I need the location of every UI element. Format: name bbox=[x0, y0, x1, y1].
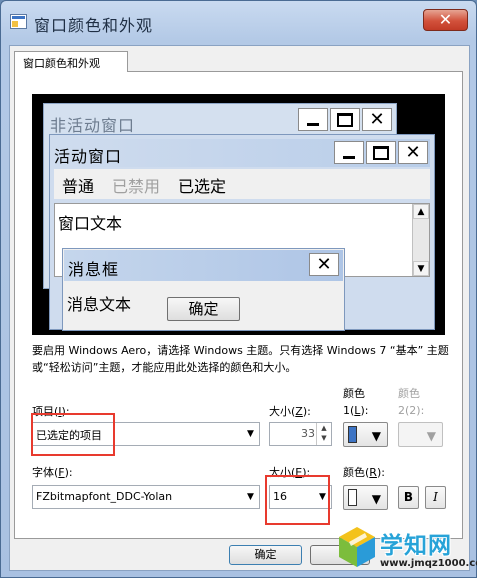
item-size-stepper[interactable]: 33 ▲ ▼ bbox=[269, 422, 332, 446]
chevron-down-icon: ▼ bbox=[243, 487, 258, 507]
font-select[interactable]: FZbitmapfont_DDC-Yolan ▼ bbox=[32, 485, 260, 509]
highlight-box bbox=[265, 475, 330, 525]
chevron-down-icon: ▼ bbox=[371, 429, 381, 443]
scroll-down-icon: ▼ bbox=[413, 261, 429, 276]
close-button[interactable]: ✕ bbox=[423, 9, 468, 31]
bold-button[interactable]: B bbox=[398, 486, 419, 509]
dialog-window: 窗口颜色和外观 ✕ 窗口颜色和外观 非活动窗口 ✕ 活动窗口 ✕ 普通 已禁用 … bbox=[0, 0, 477, 578]
window-title: 窗口颜色和外观 bbox=[34, 16, 154, 35]
preview-scrollbar: ▲ ▼ bbox=[412, 204, 429, 276]
active-title-bar: 活动窗口 ✕ bbox=[54, 139, 430, 167]
menu-item-normal: 普通 bbox=[62, 177, 95, 196]
watermark-url: www.jmqz1000.com bbox=[380, 558, 477, 569]
chevron-down-icon: ▼ bbox=[371, 492, 381, 506]
inactive-caption-buttons: ✕ bbox=[298, 108, 392, 131]
preview-menu-bar: 普通 已禁用 已选定 bbox=[54, 169, 430, 199]
italic-button[interactable]: I bbox=[425, 486, 446, 509]
message-box-preview: 消息框 ✕ 消息文本 确定 bbox=[62, 248, 345, 331]
maximize-icon bbox=[366, 141, 396, 164]
color1-label: 颜色 1(L): bbox=[343, 387, 369, 417]
message-box-title: 消息框 bbox=[68, 260, 120, 279]
chevron-down-icon: ▼ bbox=[426, 429, 436, 443]
title-bar: 窗口颜色和外观 ✕ bbox=[1, 1, 476, 45]
message-box-title-bar: 消息框 ✕ bbox=[64, 250, 343, 281]
stepper-arrows-icon: ▲ ▼ bbox=[316, 423, 331, 445]
watermark-logo-icon bbox=[339, 527, 375, 567]
maximize-icon bbox=[330, 108, 360, 131]
active-window-title: 活动窗口 bbox=[54, 147, 123, 166]
minimize-icon bbox=[334, 141, 364, 164]
font-color-label: 颜色(R): bbox=[343, 466, 385, 479]
highlight-box bbox=[31, 413, 115, 456]
color-swatch bbox=[348, 426, 357, 443]
close-icon: ✕ bbox=[309, 253, 339, 276]
scroll-up-icon: ▲ bbox=[413, 204, 429, 219]
watermark: 学知网 www.jmqz1000.com bbox=[331, 521, 477, 577]
active-caption-buttons: ✕ bbox=[334, 141, 428, 164]
item-size-value: 33 bbox=[301, 427, 315, 440]
close-icon: ✕ bbox=[362, 108, 392, 131]
message-ok-button: 确定 bbox=[167, 297, 240, 321]
description-text: 要启用 Windows Aero，请选择 Windows 主题。只有选择 Win… bbox=[32, 344, 449, 374]
font-color-button[interactable]: ▼ bbox=[343, 485, 388, 510]
color2-label: 颜色 2(2): bbox=[398, 387, 425, 417]
minimize-icon bbox=[298, 108, 328, 131]
window-icon bbox=[10, 14, 27, 29]
item-size-label: 大小(Z): bbox=[269, 405, 311, 418]
font-select-value: FZbitmapfont_DDC-Yolan bbox=[36, 490, 173, 503]
menu-item-selected: 已选定 bbox=[178, 177, 227, 196]
message-text: 消息文本 bbox=[67, 295, 132, 314]
close-icon: ✕ bbox=[398, 141, 428, 164]
window-text-label: 窗口文本 bbox=[58, 214, 123, 233]
watermark-name: 学知网 bbox=[380, 533, 452, 559]
inactive-window-title: 非活动窗口 bbox=[50, 116, 136, 135]
color-swatch bbox=[348, 489, 357, 506]
color1-button[interactable]: ▼ bbox=[343, 422, 388, 447]
font-label: 字体(F): bbox=[32, 466, 73, 479]
menu-item-disabled: 已禁用 bbox=[112, 177, 161, 196]
ok-button[interactable]: 确定 bbox=[229, 545, 302, 565]
chevron-down-icon: ▼ bbox=[243, 424, 258, 444]
tab-window-color[interactable]: 窗口颜色和外观 bbox=[14, 51, 128, 72]
color2-button: ▼ bbox=[398, 422, 443, 447]
